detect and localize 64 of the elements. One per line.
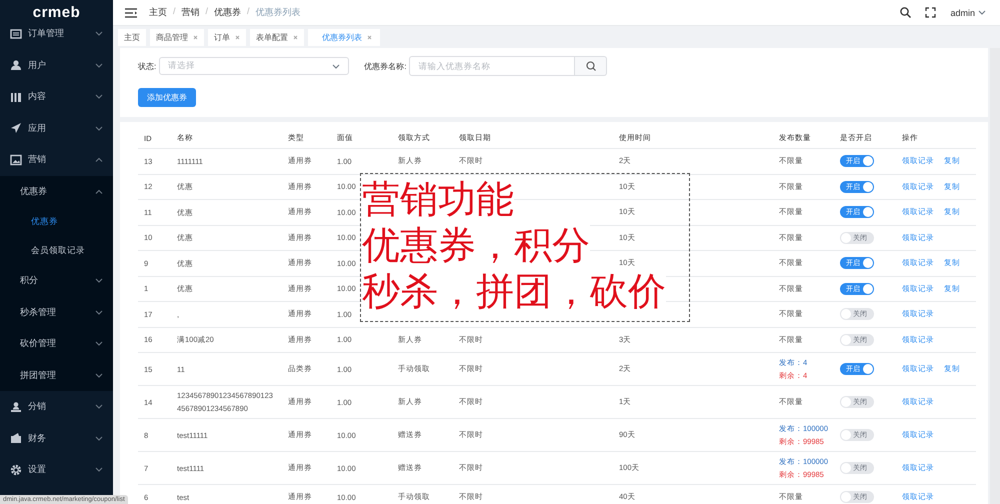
list-icon [10, 28, 22, 40]
chevron-icon [95, 188, 103, 194]
menu-item[interactable]: 拼团管理 [0, 360, 113, 391]
tab[interactable]: 表单配置 [250, 28, 304, 46]
fullscreen-icon [925, 7, 936, 18]
gear-icon [10, 464, 22, 476]
person-icon [10, 400, 22, 413]
menu-item[interactable]: 分销 [0, 391, 113, 422]
image-icon [10, 154, 22, 166]
user-icon [10, 59, 22, 72]
caret-icon [978, 10, 986, 15]
breadcrumb[interactable]: 优惠券 [214, 6, 242, 19]
paper-plane-icon [10, 122, 22, 134]
name-search-field[interactable]: 请输入优惠券名称 [409, 56, 576, 76]
tab[interactable]: 订单 [208, 28, 246, 46]
menu-item[interactable]: 营销 [0, 144, 113, 176]
chevron-icon [95, 341, 103, 346]
breadcrumb-separator: / [247, 6, 250, 18]
field-label: 状态: [138, 60, 156, 72]
menu-item[interactable]: 优惠券 [0, 207, 113, 236]
breadcrumb: 优惠券列表 [256, 6, 301, 19]
tab[interactable]: 优惠券列表 [308, 28, 380, 46]
menu-icon [125, 8, 137, 18]
chevron-icon [95, 157, 103, 162]
chevron-icon [95, 372, 103, 378]
chevron-icon [95, 404, 103, 410]
chevron-icon [95, 31, 103, 36]
user-menu[interactable]: admin [950, 8, 986, 18]
chevron-icon [95, 94, 103, 100]
bars-icon [10, 90, 22, 103]
breadcrumb[interactable]: 主页 [149, 6, 167, 19]
add-coupon-button[interactable]: 添加优惠券 [138, 88, 196, 107]
chevron-icon [95, 278, 103, 284]
menu-item[interactable]: 内容 [0, 81, 113, 112]
chevron-icon [332, 64, 340, 68]
breadcrumb-separator: / [173, 6, 176, 18]
menu-item[interactable]: 会员领取记录 [0, 236, 113, 265]
chevron-icon [95, 126, 103, 131]
menu-item[interactable]: 秒杀管理 [0, 296, 113, 328]
menu-item[interactable]: 用户 [0, 50, 113, 81]
search-icon [900, 7, 912, 18]
search-button[interactable] [575, 56, 608, 76]
menu-item[interactable]: 财务 [0, 422, 113, 454]
tab[interactable]: 商品管理 [150, 28, 204, 46]
menu-item[interactable]: 积分 [0, 265, 113, 296]
close-icon [193, 34, 198, 40]
menu-item[interactable]: 应用 [0, 112, 113, 144]
wallet-icon [10, 432, 22, 444]
search-icon [586, 61, 596, 71]
chevron-icon [95, 467, 103, 472]
chevron-icon [95, 310, 103, 315]
menu-item[interactable]: 砍价管理 [0, 328, 113, 360]
close-icon [235, 34, 240, 40]
field-label: 优惠券名称: [364, 60, 406, 72]
menu-item[interactable]: 优惠券 [0, 176, 113, 207]
breadcrumb[interactable]: 营销 [182, 6, 200, 19]
chevron-icon [95, 436, 103, 441]
close-icon [367, 34, 372, 40]
chevron-icon [95, 62, 103, 68]
breadcrumb-separator: / [206, 6, 208, 18]
status-select[interactable]: 请选择 [159, 57, 350, 75]
close-icon [293, 34, 298, 40]
tab[interactable]: 主页 [118, 28, 146, 46]
menu-item[interactable]: 设置 [0, 454, 113, 486]
